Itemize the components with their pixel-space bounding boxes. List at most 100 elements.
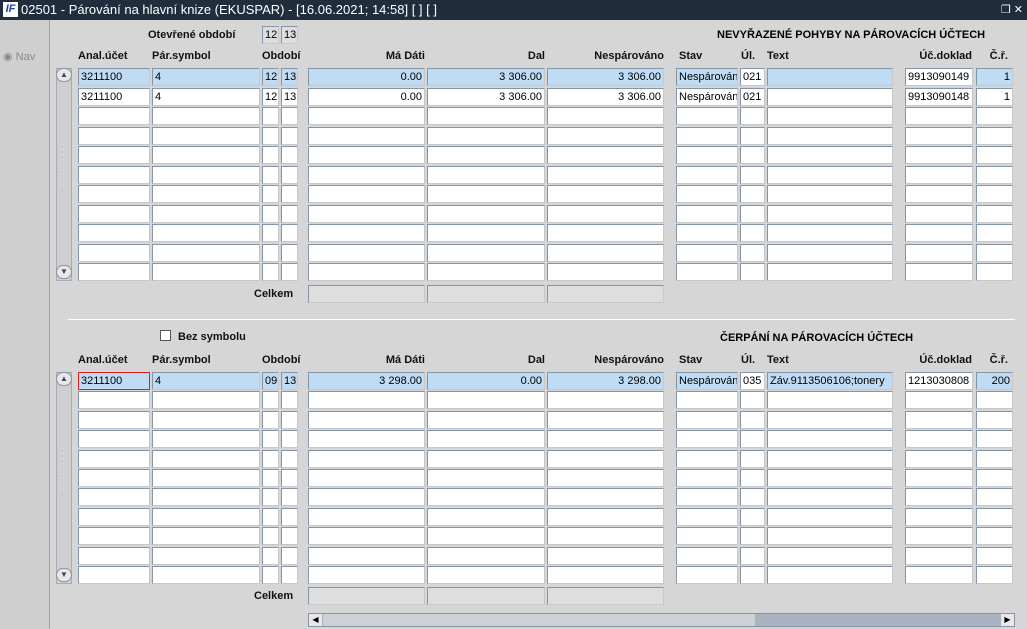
top-row-5-obdobi-to[interactable]	[281, 146, 298, 164]
horizontal-scrollbar[interactable]: ◀ ▶	[308, 613, 1015, 627]
top-row-5-ma-dati[interactable]	[308, 146, 425, 164]
bottom-row-11-dal[interactable]	[427, 566, 545, 584]
top-row-9-cr[interactable]	[976, 224, 1013, 242]
top-row-8-obdobi-from[interactable]	[262, 205, 279, 223]
bottom-row-1-ma-dati[interactable]: 3 298.00	[308, 372, 425, 390]
bottom-row-3-anal-ucet[interactable]	[78, 411, 150, 429]
bottom-row-5-stav[interactable]	[676, 450, 738, 468]
top-row-8-anal-ucet[interactable]	[78, 205, 150, 223]
top-row-11-obdobi-from[interactable]	[262, 263, 279, 281]
top-row-10-obdobi-from[interactable]	[262, 244, 279, 262]
top-row-1-stav[interactable]: Nespárován	[676, 68, 738, 86]
bottom-row-9-anal-ucet[interactable]	[78, 527, 150, 545]
bottom-row-10-obdobi-to[interactable]	[281, 547, 298, 565]
top-row-9-anal-ucet[interactable]	[78, 224, 150, 242]
top-row-10-dal[interactable]	[427, 244, 545, 262]
top-row-1-par-symbol[interactable]: 4	[152, 68, 260, 86]
top-row-8-ul[interactable]	[740, 205, 765, 223]
top-row-1-text[interactable]	[767, 68, 893, 86]
bottom-row-2-ma-dati[interactable]	[308, 391, 425, 409]
top-row-10-cr[interactable]	[976, 244, 1013, 262]
bottom-scroll-up-icon[interactable]: ▲	[56, 372, 72, 386]
top-scroll-up-icon[interactable]: ▲	[56, 68, 72, 82]
top-row-9-dal[interactable]	[427, 224, 545, 242]
bottom-row-4-cr[interactable]	[976, 430, 1013, 448]
top-row-5-ul[interactable]	[740, 146, 765, 164]
top-row-11-cr[interactable]	[976, 263, 1013, 281]
bottom-scroll-down-icon[interactable]: ▼	[56, 568, 72, 582]
bottom-row-7-cr[interactable]	[976, 488, 1013, 506]
top-row-10-ma-dati[interactable]	[308, 244, 425, 262]
top-row-4-cr[interactable]	[976, 127, 1013, 145]
top-row-9-ul[interactable]	[740, 224, 765, 242]
top-row-4-dal[interactable]	[427, 127, 545, 145]
bottom-row-2-ul[interactable]	[740, 391, 765, 409]
top-row-6-anal-ucet[interactable]	[78, 166, 150, 184]
bottom-row-4-dal[interactable]	[427, 430, 545, 448]
bottom-row-2-uc-doklad[interactable]	[905, 391, 973, 409]
bottom-row-7-par-symbol[interactable]	[152, 488, 260, 506]
top-row-4-ul[interactable]	[740, 127, 765, 145]
scrollbar-thumb[interactable]	[323, 614, 755, 626]
top-row-3-nesparovano[interactable]	[547, 107, 664, 125]
bottom-row-5-ul[interactable]	[740, 450, 765, 468]
top-row-4-anal-ucet[interactable]	[78, 127, 150, 145]
top-row-2-ul[interactable]: 021	[740, 88, 765, 106]
bottom-row-6-nesparovano[interactable]	[547, 469, 664, 487]
top-row-8-stav[interactable]	[676, 205, 738, 223]
bottom-row-3-nesparovano[interactable]	[547, 411, 664, 429]
bottom-row-6-obdobi-to[interactable]	[281, 469, 298, 487]
bottom-row-7-ma-dati[interactable]	[308, 488, 425, 506]
top-row-4-obdobi-from[interactable]	[262, 127, 279, 145]
bottom-row-6-anal-ucet[interactable]	[78, 469, 150, 487]
bottom-row-5-obdobi-to[interactable]	[281, 450, 298, 468]
top-row-8-cr[interactable]	[976, 205, 1013, 223]
top-row-3-ul[interactable]	[740, 107, 765, 125]
bottom-row-8-par-symbol[interactable]	[152, 508, 260, 526]
top-row-5-par-symbol[interactable]	[152, 146, 260, 164]
bottom-row-11-anal-ucet[interactable]	[78, 566, 150, 584]
bottom-row-8-dal[interactable]	[427, 508, 545, 526]
bottom-row-2-nesparovano[interactable]	[547, 391, 664, 409]
top-row-6-stav[interactable]	[676, 166, 738, 184]
bottom-row-7-anal-ucet[interactable]	[78, 488, 150, 506]
scroll-left-icon[interactable]: ◀	[309, 614, 322, 626]
top-row-7-stav[interactable]	[676, 185, 738, 203]
bottom-row-7-dal[interactable]	[427, 488, 545, 506]
top-row-3-cr[interactable]	[976, 107, 1013, 125]
bottom-row-8-ul[interactable]	[740, 508, 765, 526]
bottom-row-10-nesparovano[interactable]	[547, 547, 664, 565]
bottom-row-9-obdobi-to[interactable]	[281, 527, 298, 545]
top-row-3-stav[interactable]	[676, 107, 738, 125]
top-row-11-stav[interactable]	[676, 263, 738, 281]
bottom-row-2-obdobi-to[interactable]	[281, 391, 298, 409]
bottom-row-3-obdobi-from[interactable]	[262, 411, 279, 429]
top-row-10-obdobi-to[interactable]	[281, 244, 298, 262]
bottom-row-6-dal[interactable]	[427, 469, 545, 487]
bottom-row-3-text[interactable]	[767, 411, 893, 429]
bottom-row-10-dal[interactable]	[427, 547, 545, 565]
bottom-row-5-anal-ucet[interactable]	[78, 450, 150, 468]
bottom-row-2-dal[interactable]	[427, 391, 545, 409]
top-row-10-ul[interactable]	[740, 244, 765, 262]
top-row-6-ma-dati[interactable]	[308, 166, 425, 184]
bottom-row-11-cr[interactable]	[976, 566, 1013, 584]
bottom-row-3-ma-dati[interactable]	[308, 411, 425, 429]
top-row-5-text[interactable]	[767, 146, 893, 164]
bottom-row-1-anal-ucet[interactable]: 3211100	[78, 372, 150, 390]
bottom-row-11-stav[interactable]	[676, 566, 738, 584]
top-row-11-uc-doklad[interactable]	[905, 263, 973, 281]
top-row-6-dal[interactable]	[427, 166, 545, 184]
bottom-row-9-dal[interactable]	[427, 527, 545, 545]
bottom-row-6-ul[interactable]	[740, 469, 765, 487]
top-row-11-text[interactable]	[767, 263, 893, 281]
bottom-row-3-obdobi-to[interactable]	[281, 411, 298, 429]
top-row-5-obdobi-from[interactable]	[262, 146, 279, 164]
top-row-11-obdobi-to[interactable]	[281, 263, 298, 281]
bottom-row-7-obdobi-from[interactable]	[262, 488, 279, 506]
bottom-row-9-stav[interactable]	[676, 527, 738, 545]
top-row-4-text[interactable]	[767, 127, 893, 145]
bottom-row-2-stav[interactable]	[676, 391, 738, 409]
bottom-row-9-obdobi-from[interactable]	[262, 527, 279, 545]
top-row-7-dal[interactable]	[427, 185, 545, 203]
